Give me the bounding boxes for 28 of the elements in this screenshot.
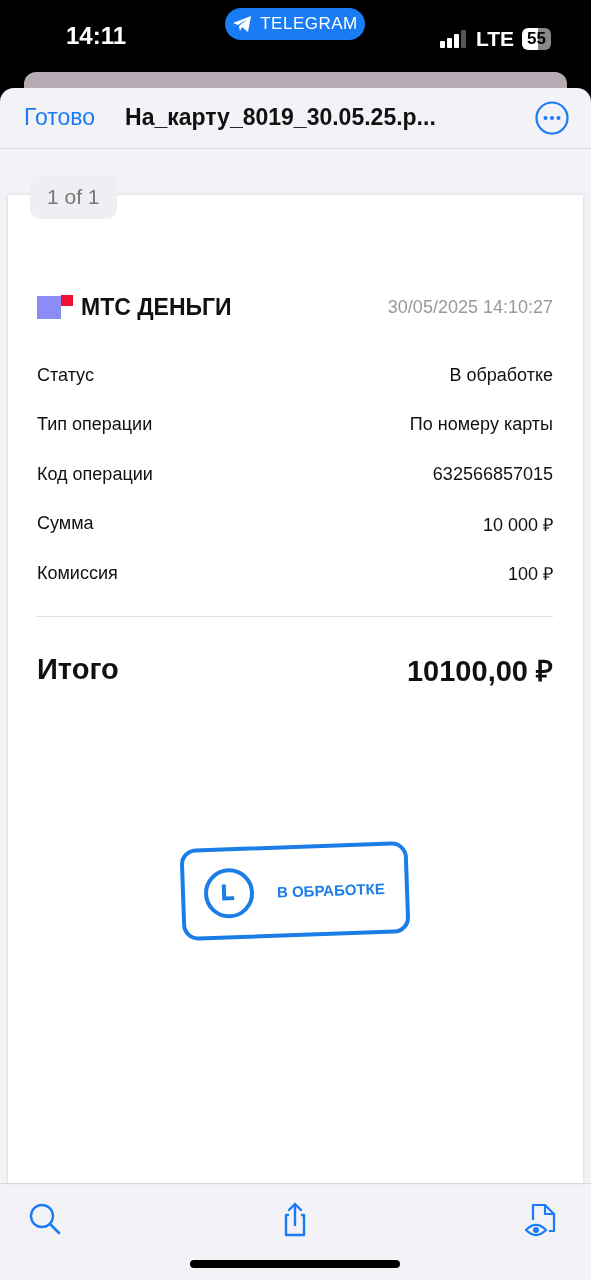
clock-icon: [202, 866, 256, 921]
network-label: LTE: [475, 27, 515, 51]
field-value: 100 ₽: [507, 563, 553, 586]
field-label: Комиссия: [37, 562, 118, 584]
field-value: 10 000 ₽: [482, 513, 553, 536]
paper-plane-icon: [232, 15, 253, 33]
battery-level: 55: [522, 28, 551, 50]
total-label: Итого: [37, 652, 119, 686]
receipt-datetime: 30/05/2025 14:10:27: [387, 296, 553, 318]
field-value: В обработке: [449, 364, 553, 386]
more-icon[interactable]: [535, 100, 569, 135]
brand-name: МТС ДЕНЬГИ: [81, 293, 232, 321]
page-counter: 1 of 1: [30, 174, 117, 219]
clock-time: 14:11: [66, 22, 127, 50]
total-value: 10100,00 ₽: [407, 653, 553, 689]
field-value: 632566857015: [432, 463, 553, 485]
stamp-text: В ОБРАБОТКЕ: [276, 879, 385, 901]
document-title: На_карту_8019_30.05.25.p...: [125, 104, 437, 132]
app-pill[interactable]: TELEGRAM: [225, 8, 365, 40]
logo-icon: [37, 295, 73, 320]
field-label: Сумма: [37, 513, 94, 535]
pill-label: TELEGRAM: [260, 14, 358, 34]
field-label: Статус: [37, 364, 94, 386]
field-value: По номеру карты: [409, 414, 553, 436]
done-button[interactable]: Готово: [24, 104, 96, 132]
signal-icon: [439, 30, 468, 48]
field-label: Тип операции: [37, 414, 153, 436]
field-label: Код операции: [37, 463, 153, 485]
